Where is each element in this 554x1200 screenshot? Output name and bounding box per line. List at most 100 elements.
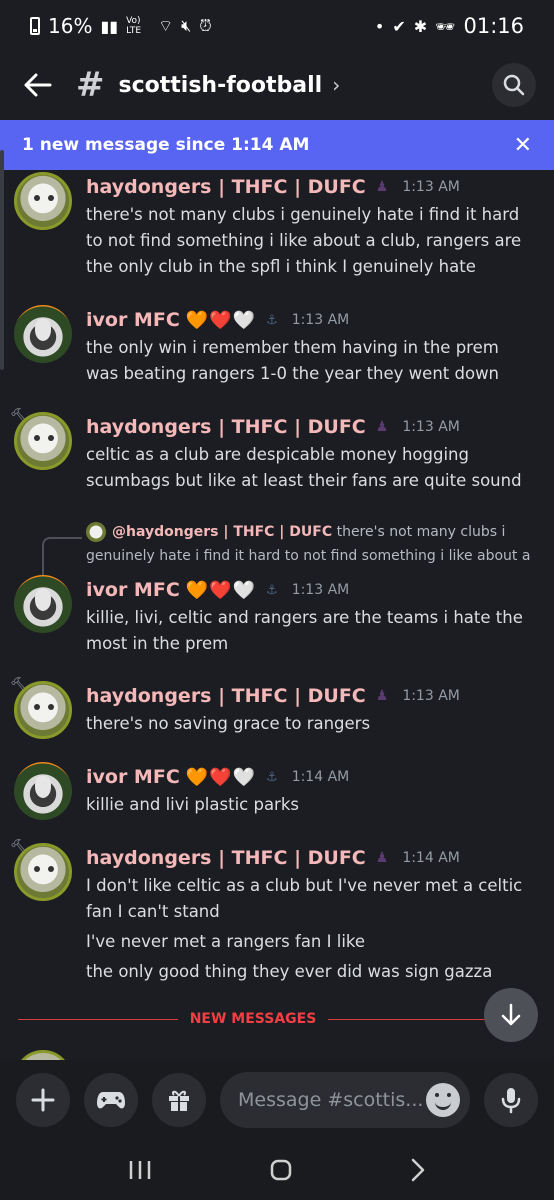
avatar[interactable] <box>14 575 72 633</box>
channel-title[interactable]: scottish-football <box>119 73 323 98</box>
jump-to-present-button[interactable] <box>484 988 538 1042</box>
voice-message-button[interactable] <box>484 1073 538 1127</box>
reply-avatar <box>86 522 106 542</box>
avatar[interactable] <box>14 762 72 820</box>
plus-icon <box>31 1088 55 1112</box>
role-icon: ♟ <box>375 179 389 195</box>
banner-text: 1 new message since 1:14 AM <box>22 135 310 155</box>
message-header: haydongers | THFC | DUFC ♟ 1:13 AM <box>86 416 460 438</box>
new-messages-divider: NEW MESSAGES <box>18 1009 489 1029</box>
message-text: I've never met a rangers fan I like <box>86 932 366 951</box>
timestamp: 1:14 AM <box>291 769 350 785</box>
heart-emojis: 🧡❤️🤍 <box>185 309 257 331</box>
message-header: haydongers | THFC | DUFC ♟ 1:13 AM <box>86 176 460 198</box>
status-bar: 16% ▮▮ Vo) LTE ⌔ 🔇︎ ⏰︎ • ✔ ✱ 🕶︎ 01:16 <box>0 0 554 52</box>
back-nav-icon[interactable] <box>410 1158 426 1182</box>
channel-header: # scottish-football › <box>0 52 554 118</box>
timestamp: 1:14 AM <box>402 850 460 866</box>
message-text: there's not many clubs i genuinely hate … <box>86 205 522 276</box>
divider-label: NEW MESSAGES <box>189 1011 317 1027</box>
activities-button[interactable] <box>84 1073 138 1127</box>
status-left: 16% ▮▮ Vo) LTE ⌔ 🔇︎ ⏰︎ <box>30 14 212 38</box>
recent-apps-icon[interactable] <box>128 1159 152 1181</box>
message-input[interactable]: Message #scottis... <box>220 1072 470 1128</box>
add-attachment-button[interactable] <box>16 1073 70 1127</box>
incognito-icon: 🕶︎ <box>435 16 456 36</box>
message-text: the only good thing they ever did was si… <box>86 962 493 981</box>
message-text: celtic as a club are despicable money ho… <box>86 445 522 490</box>
role-icon: ♟ <box>375 688 389 704</box>
lte-indicator: Vo) LTE <box>126 16 142 36</box>
emoji-icon[interactable] <box>426 1083 460 1117</box>
timestamp: 1:13 AM <box>402 419 460 435</box>
divider-line <box>328 1018 489 1020</box>
clock: 01:16 <box>463 14 524 38</box>
author-name[interactable]: ivor MFC <box>86 579 180 601</box>
gift-icon <box>169 1090 189 1111</box>
notification-dot: • <box>374 16 385 36</box>
avatar[interactable] <box>14 412 72 470</box>
message-header: ivor MFC 🧡❤️🤍 ⚓ 1:13 AM <box>86 309 349 331</box>
back-arrow-icon <box>24 73 52 97</box>
chevron-right-icon[interactable]: › <box>332 73 340 97</box>
avatar[interactable] <box>14 172 72 230</box>
reply-connector <box>42 537 82 577</box>
role-icon: ⚓ <box>266 582 278 598</box>
role-icon: ⚓ <box>266 312 278 328</box>
alarm-icon: ⏰︎ <box>199 16 212 35</box>
role-icon: ♟ <box>375 419 389 435</box>
message-text: killie and livi plastic parks <box>86 795 299 814</box>
heart-emojis: 🧡❤️🤍 <box>185 579 257 601</box>
mute-icon: 🔇︎ <box>181 16 192 35</box>
scroll-rail <box>0 150 4 370</box>
wifi-icon: ⌔ <box>158 16 174 35</box>
status-right: • ✔ ✱ 🕶︎ 01:16 <box>375 14 524 38</box>
author-name[interactable]: haydongers | THFC | DUFC <box>86 847 366 869</box>
reply-author: @haydongers | THFC | DUFC <box>112 524 333 540</box>
avatar[interactable] <box>14 305 72 363</box>
message-text: the only win i remember them having in t… <box>86 338 500 383</box>
search-button[interactable] <box>492 63 536 107</box>
timestamp: 1:13 AM <box>291 582 350 598</box>
author-name[interactable]: ivor MFC <box>86 766 180 788</box>
system-nav-bar <box>0 1140 554 1200</box>
composer-bar: Message #scottis... <box>0 1060 554 1140</box>
home-icon[interactable] <box>269 1158 293 1182</box>
divider-line <box>18 1018 178 1020</box>
message-text: killie, livi, celtic and rangers are the… <box>86 608 523 653</box>
battery-level: 16% <box>48 14 93 38</box>
reply-preview[interactable]: @haydongers | THFC | DUFC there's not ma… <box>86 520 536 568</box>
author-name[interactable]: haydongers | THFC | DUFC <box>86 416 366 438</box>
arrow-down-icon <box>501 1003 521 1026</box>
new-message-banner[interactable]: 1 new message since 1:14 AM ✕ <box>0 120 554 170</box>
message-header: haydongers | THFC | DUFC ♟ 1:13 AM <box>86 685 460 707</box>
avatar[interactable] <box>14 681 72 739</box>
gamepad-icon <box>97 1092 125 1109</box>
close-icon[interactable]: ✕ <box>514 133 532 158</box>
battery-icon <box>30 17 40 35</box>
channel-hash-icon: # <box>76 65 105 105</box>
timestamp: 1:13 AM <box>402 179 460 195</box>
message-text: I don't like celtic as a club but I've n… <box>86 876 523 921</box>
role-icon: ⚓ <box>266 769 278 785</box>
back-button[interactable] <box>18 65 58 105</box>
timestamp: 1:13 AM <box>291 312 350 328</box>
author-name[interactable]: haydongers | THFC | DUFC <box>86 685 366 707</box>
bug-icon: ✱ <box>413 16 428 36</box>
message-header: haydongers | THFC | DUFC ♟ 1:14 AM <box>86 847 460 869</box>
avatar[interactable] <box>14 843 72 901</box>
heart-emojis: 🧡❤️🤍 <box>185 766 257 788</box>
message-input-placeholder: Message #scottis... <box>238 1089 424 1111</box>
message-header: ivor MFC 🧡❤️🤍 ⚓ 1:13 AM <box>86 579 349 601</box>
author-name[interactable]: haydongers | THFC | DUFC <box>86 176 366 198</box>
message-header: ivor MFC 🧡❤️🤍 ⚓ 1:14 AM <box>86 766 349 788</box>
check-icon: ✔ <box>392 16 406 36</box>
author-name[interactable]: ivor MFC <box>86 309 180 331</box>
signal-icon: ▮▮ <box>100 16 119 36</box>
microphone-icon <box>501 1088 521 1114</box>
gift-button[interactable] <box>152 1073 206 1127</box>
timestamp: 1:13 AM <box>402 688 460 704</box>
search-icon <box>503 74 525 96</box>
message-text: there's no saving grace to rangers <box>86 714 371 733</box>
role-icon: ♟ <box>375 850 389 866</box>
